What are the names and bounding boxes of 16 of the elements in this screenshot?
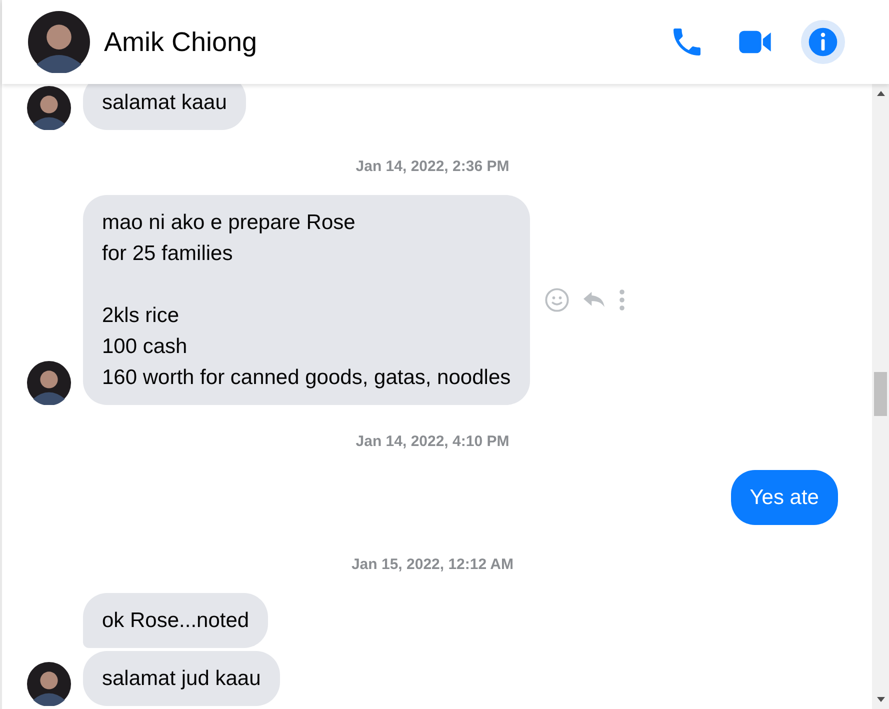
scroll-thumb[interactable] [874,372,887,416]
avatar [28,11,90,73]
message-bubble: Yes ate [730,470,838,525]
message-bubble: mao ni ako e prepare Rose for 25 families 2kls rice 100 cash 160 worth for canned goods, gatas, noodles [83,195,530,405]
message-bubble: salamat kaau [83,84,246,130]
info-icon [806,25,840,59]
scroll-up-icon[interactable] [876,90,886,97]
message-bubble: ok Rose...noted [83,593,268,648]
scrollbar[interactable] [872,84,889,709]
timestamp: Jan 15, 2022, 12:12 AM [350,555,515,575]
contact-name: Amik Chiong [104,26,258,58]
timestamp: Jan 14, 2022, 2:36 PM [354,157,510,177]
scroll-down-icon[interactable] [876,696,886,703]
timestamp: Jan 14, 2022, 4:10 PM [354,432,510,452]
message-bubble: salamat jud kaau [83,651,280,706]
info-button[interactable] [801,20,845,64]
